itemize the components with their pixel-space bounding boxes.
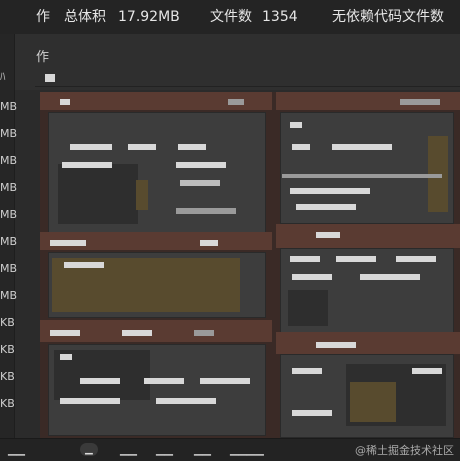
blurred-label [70,144,112,150]
blurred-label [64,262,104,268]
blurred-label [122,330,152,336]
size-item: MB [0,154,18,167]
watermark: @稀土掘金技术社区 [355,444,454,457]
tab-badge: ▁ [80,443,98,456]
nodep-file-count-label: 无依赖代码文件数 [332,9,444,25]
treemap[interactable] [40,92,460,438]
blurred-label [60,354,72,360]
blurred-label [60,99,70,105]
blurred-label [316,232,340,238]
blurred-label [194,330,214,336]
blurred-label [62,162,112,168]
tab-item[interactable]: ▁▁ [194,443,211,456]
treemap-node[interactable] [136,180,148,210]
stats-bar: 作 总体积 17.92MB 文件数 1354 无依赖代码文件数 [0,0,460,35]
size-item: KB [0,316,15,329]
size-item: MB [0,289,18,302]
blurred-label [396,256,436,262]
treemap-header: 作 [15,34,460,90]
treemap-node[interactable] [288,290,328,326]
size-item: KB [0,397,15,410]
treemap-node[interactable] [350,382,396,422]
blurred-label [360,274,420,280]
treemap-header-glyph: 作 [36,50,50,65]
blurred-label [296,204,356,210]
file-count-value: 1354 [262,9,298,25]
size-item: MB [0,127,18,140]
blurred-label [290,188,370,194]
size-item: KB [0,343,15,356]
tab-item[interactable]: ▁▁ [8,443,25,456]
blurred-label [332,144,392,150]
treemap-divider [282,174,442,178]
blurred-label [50,330,80,336]
blurred-label [176,162,226,168]
blurred-label [178,144,206,150]
tab-item[interactable]: ▁▁ [156,443,173,456]
blurred-label [80,378,120,384]
total-size-value: 17.92MB [118,9,180,25]
size-column-header: ﾊ [0,70,6,83]
size-item: MB [0,235,18,248]
blurred-label [200,378,250,384]
blurred-label [412,368,442,374]
blurred-label [128,144,156,150]
blurred-label [176,208,236,214]
blurred-label [180,180,220,186]
tab-item[interactable]: ▁▁ [120,443,137,456]
blurred-label [316,342,356,348]
treemap-band [276,224,460,248]
size-item: MB [0,262,18,275]
tab-item[interactable]: ▁▁▁▁ [230,443,264,456]
total-size-label: 总体积 [64,9,106,25]
blurred-label [292,368,322,374]
size-item: MB [0,181,18,194]
blurred-label [290,122,302,128]
blurred-label [292,410,332,416]
size-item: KB [0,370,15,383]
file-count-label: 文件数 [210,9,252,25]
blurred-label [50,240,86,246]
size-item: MB [0,100,18,113]
blurred-label [45,74,55,82]
blurred-label [336,256,376,262]
blurred-label [144,378,184,384]
blurred-label [200,240,218,246]
treemap-node[interactable] [58,164,138,224]
blurred-label [292,144,310,150]
treemap-band [276,332,460,354]
blurred-label [156,398,216,404]
blurred-label [292,274,332,280]
blurred-label [400,99,440,105]
blurred-label [228,99,244,105]
blurred-label [60,398,120,404]
divider [35,86,460,87]
total-size-prefix: 作 [36,9,50,25]
size-item: MB [0,208,18,221]
size-column: ﾊ MB MB MB MB MB MB MB MB KB KB KB KB [0,34,18,460]
blurred-label [290,256,320,262]
